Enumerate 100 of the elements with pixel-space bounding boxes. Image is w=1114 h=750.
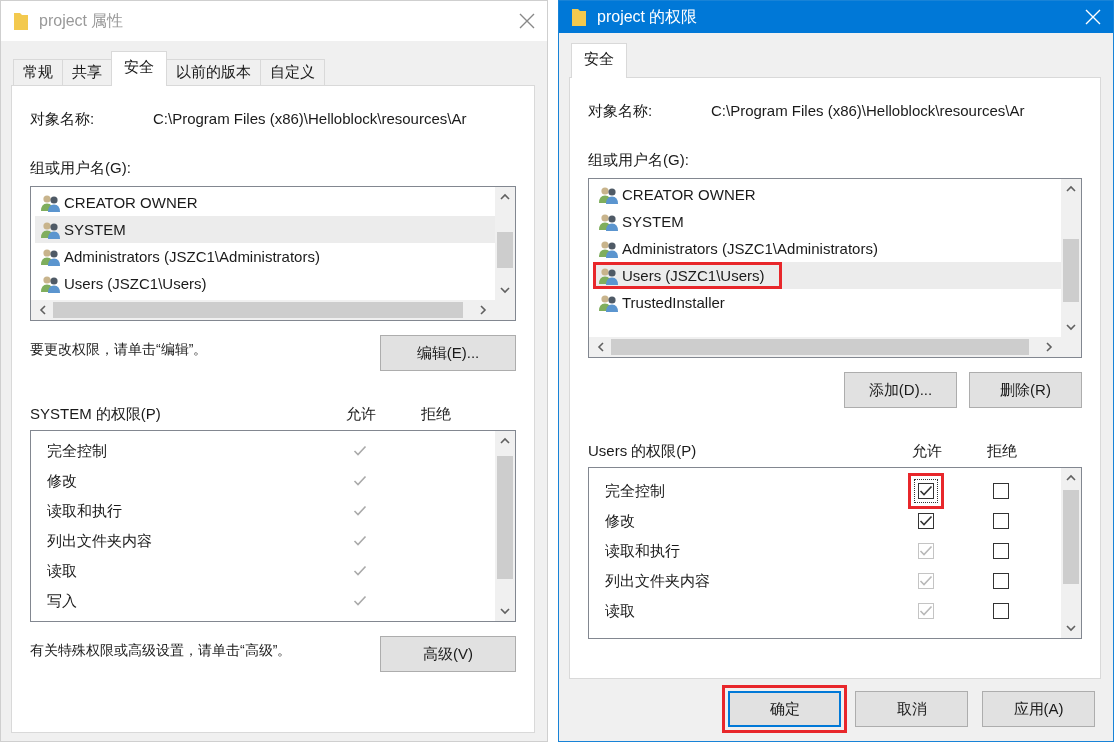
- users-icon: [598, 266, 620, 285]
- scroll-right-icon[interactable]: [1043, 341, 1055, 353]
- folder-icon: [571, 7, 587, 27]
- window-title: project 属性: [39, 10, 125, 31]
- scrollbar-thumb[interactable]: [497, 232, 513, 269]
- group-item[interactable]: Administrators (JSZC1\Administrators): [593, 235, 1061, 262]
- users-icon: [598, 212, 620, 231]
- permission-name: 修改: [47, 471, 78, 491]
- group-name: Users (JSZC1\Users): [64, 275, 207, 292]
- permission-name: 修改: [605, 511, 636, 531]
- group-name: Users (JSZC1\Users): [622, 267, 765, 284]
- permission-name: 完全控制: [605, 481, 666, 501]
- object-name-label: 对象名称:: [30, 110, 96, 129]
- permission-name: 完全控制: [47, 441, 108, 461]
- checkbox[interactable]: [914, 479, 938, 503]
- scroll-down-icon[interactable]: [1065, 321, 1077, 333]
- users-icon: [598, 239, 620, 258]
- group-item[interactable]: CREATOR OWNER: [593, 181, 1061, 208]
- group-name: SYSTEM: [622, 213, 684, 230]
- scrollbar-thumb[interactable]: [611, 339, 1029, 355]
- scroll-left-icon[interactable]: [595, 341, 607, 353]
- check-icon: [919, 545, 933, 557]
- groups-label: 组或用户名(G):: [588, 151, 690, 170]
- permission-name: 读取: [605, 601, 636, 621]
- scrollbar-thumb[interactable]: [497, 455, 513, 580]
- group-name: TrustedInstaller: [622, 294, 725, 311]
- permissions-title: SYSTEM 的权限(P): [30, 405, 162, 424]
- object-path: C:\Program Files (x86)\Helloblock\resources\Ar: [711, 102, 1025, 121]
- scrollbar-thumb[interactable]: [1063, 239, 1079, 303]
- check-icon: [919, 515, 933, 527]
- check-icon: [353, 475, 367, 487]
- group-name: Administrators (JSZC1\Administrators): [64, 248, 320, 265]
- group-item[interactable]: Users (JSZC1\Users): [593, 262, 1061, 289]
- action-button[interactable]: 添加(D)...: [844, 372, 957, 408]
- users-icon: [40, 220, 62, 239]
- group-item[interactable]: SYSTEM: [35, 216, 495, 243]
- group-item[interactable]: SYSTEM: [593, 208, 1061, 235]
- group-item[interactable]: CREATOR OWNER: [35, 189, 495, 216]
- permission-name: 列出文件夹内容: [605, 571, 711, 591]
- group-item[interactable]: Users (JSZC1\Users): [35, 270, 495, 297]
- dialog-button[interactable]: 取消: [855, 691, 968, 727]
- horizontal-scrollbar[interactable]: [31, 300, 495, 320]
- group-name: CREATOR OWNER: [622, 186, 756, 203]
- group-name: SYSTEM: [64, 221, 126, 238]
- permission-name: 列出文件夹内容: [47, 531, 153, 551]
- permission-name: 读取和执行: [47, 501, 123, 521]
- group-name: Administrators (JSZC1\Administrators): [622, 240, 878, 257]
- permission-name: 写入: [47, 591, 78, 611]
- users-icon: [598, 185, 620, 204]
- deny-header: 拒绝: [420, 405, 452, 424]
- window-title: project 的权限: [597, 6, 699, 27]
- folder-icon: [13, 11, 29, 31]
- group-item[interactable]: Administrators (JSZC1\Administrators): [35, 243, 495, 270]
- permission-name: 读取和执行: [605, 541, 681, 561]
- dialog-button[interactable]: 确定: [728, 691, 841, 727]
- object-path: C:\Program Files (x86)\Helloblock\resources\Ar: [153, 110, 467, 129]
- dialog-button[interactable]: 应用(A): [982, 691, 1095, 727]
- vertical-scrollbar[interactable]: [495, 431, 515, 621]
- scrollbar-thumb[interactable]: [53, 302, 463, 318]
- close-icon[interactable]: [519, 13, 535, 29]
- check-icon: [919, 575, 933, 587]
- tab[interactable]: 自定义: [260, 59, 325, 85]
- allow-header: 允许: [345, 405, 377, 424]
- permissions-title: Users 的权限(P): [588, 442, 698, 461]
- horizontal-scrollbar[interactable]: [589, 337, 1061, 357]
- check-icon: [353, 535, 367, 547]
- group-item[interactable]: TrustedInstaller: [593, 289, 1061, 316]
- vertical-scrollbar[interactable]: [1061, 179, 1081, 337]
- scroll-down-icon[interactable]: [499, 605, 511, 617]
- users-icon: [40, 274, 62, 293]
- scroll-right-icon[interactable]: [477, 304, 489, 316]
- vertical-scrollbar[interactable]: [495, 187, 515, 300]
- check-icon: [353, 445, 367, 457]
- permission-name: 读取: [47, 561, 78, 581]
- check-icon: [353, 505, 367, 517]
- users-icon: [40, 247, 62, 266]
- check-icon: [353, 565, 367, 577]
- group-name: CREATOR OWNER: [64, 194, 198, 211]
- deny-header: 拒绝: [986, 442, 1018, 461]
- advanced-button[interactable]: 高级(V): [380, 636, 516, 672]
- edit-hint: 要更改权限，请单击“编辑”。: [30, 340, 209, 359]
- tab[interactable]: 安全: [571, 43, 627, 78]
- tab[interactable]: 安全: [111, 51, 167, 86]
- users-icon: [40, 193, 62, 212]
- action-button[interactable]: 编辑(E)...: [380, 335, 516, 371]
- scroll-down-icon[interactable]: [499, 284, 511, 296]
- scrollbar-thumb[interactable]: [1063, 490, 1079, 584]
- users-icon: [598, 293, 620, 312]
- action-button[interactable]: 删除(R): [969, 372, 1082, 408]
- tab[interactable]: 常规: [13, 59, 63, 85]
- scroll-left-icon[interactable]: [37, 304, 49, 316]
- groups-label: 组或用户名(G):: [30, 159, 132, 178]
- scroll-down-icon[interactable]: [1065, 622, 1077, 634]
- allow-header: 允许: [911, 442, 943, 461]
- check-icon: [919, 485, 933, 497]
- vertical-scrollbar[interactable]: [1061, 468, 1081, 638]
- check-icon: [919, 605, 933, 617]
- object-name-label: 对象名称:: [588, 102, 654, 121]
- check-icon: [353, 595, 367, 607]
- advanced-hint: 有关特殊权限或高级设置，请单击“高级”。: [30, 641, 293, 660]
